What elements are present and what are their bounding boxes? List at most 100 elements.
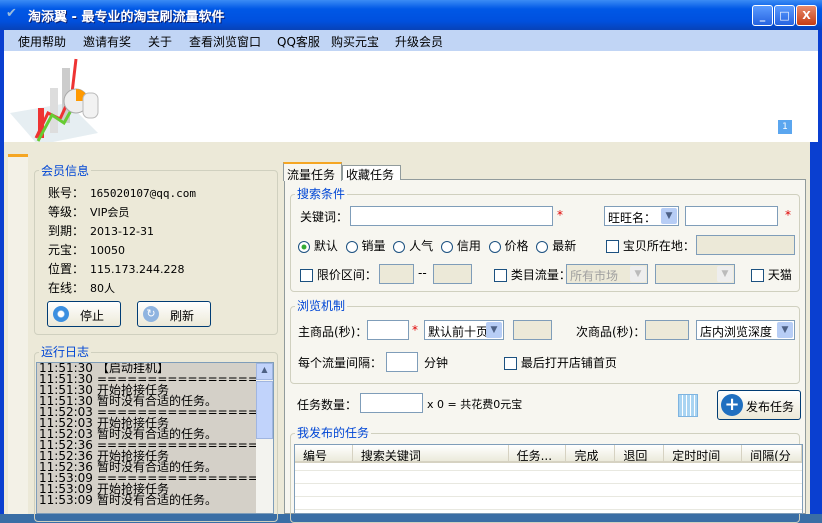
app-window: ✔ 淘添翼 - 最专业的淘宝刷流量软件 _ □ X 使用帮助 邀请有奖 关于 查… [0, 0, 822, 523]
radio-checked-icon [298, 240, 310, 253]
task-count-label: 任务数量： [297, 398, 358, 412]
shop-depth-select[interactable]: 店内浏览深度 ▼ [696, 320, 795, 340]
location-checkbox[interactable]: 宝贝所在地： [606, 237, 695, 254]
chevron-down-icon: ▼ [486, 322, 502, 338]
member-info-title: 会员信息 [39, 162, 92, 179]
menu-invite[interactable]: 邀请有奖 [83, 33, 131, 50]
price-range-checkbox[interactable]: 限价区间： [300, 266, 377, 283]
log-scrollbar[interactable]: ▲ [256, 363, 273, 513]
column-header[interactable]: 退回 [615, 445, 665, 461]
interval-input[interactable] [386, 352, 418, 372]
refresh-button[interactable]: ↻ 刷新 [137, 301, 211, 327]
scroll-thumb[interactable] [256, 381, 273, 439]
wangwang-input[interactable] [685, 206, 778, 226]
window-title: 淘添翼 - 最专业的淘宝刷流量软件 [28, 10, 225, 25]
table-header: 编号 搜索关键词 任务... 完成 退回 定时时间 间隔(分 [295, 445, 802, 463]
column-header[interactable]: 间隔(分 [742, 445, 802, 461]
expire-value: 2013-12-31 [90, 225, 154, 238]
checkbox-icon [504, 357, 517, 370]
radio-icon [536, 240, 549, 253]
chevron-down-icon: ▼ [661, 208, 677, 224]
price-min-input[interactable] [379, 264, 414, 284]
level-row: 等级： VIP会员 [48, 203, 196, 222]
calculator-icon[interactable] [678, 394, 698, 417]
required-mark: * [412, 323, 418, 337]
title-bar: ✔ 淘添翼 - 最专业的淘宝刷流量软件 _ □ X [0, 0, 822, 30]
label: 宝贝所在地： [622, 239, 695, 253]
log-message: 暂时没有合适的任务。 [97, 493, 218, 507]
minimize-button[interactable]: _ [752, 5, 773, 26]
chevron-down-icon: ▼ [777, 322, 793, 338]
label: 限价区间： [316, 268, 377, 282]
browse-group [290, 306, 800, 384]
stop-button[interactable]: 停止 [47, 301, 121, 327]
menu-view-browser[interactable]: 查看浏览窗口 [189, 33, 261, 50]
column-header[interactable]: 编号 [295, 445, 353, 461]
menu-help[interactable]: 使用帮助 [18, 33, 66, 50]
main-item-seconds-input[interactable] [367, 320, 409, 340]
scroll-up-icon[interactable]: ▲ [256, 363, 273, 380]
keyword-input[interactable] [350, 206, 553, 226]
sort-price[interactable]: 价格 [488, 239, 529, 253]
tmall-checkbox[interactable]: 天猫 [751, 266, 792, 283]
task-count-input[interactable] [360, 393, 423, 413]
label: 元宝： [48, 243, 85, 257]
page-badge[interactable]: 1 [778, 120, 792, 134]
online-row: 在线： 80人 [48, 279, 196, 298]
label: 最后打开店铺首页 [520, 356, 617, 370]
column-header[interactable]: 定时时间 [664, 445, 743, 461]
location-input[interactable] [696, 235, 795, 255]
checkbox-icon [751, 269, 764, 282]
sort-newest[interactable]: 最新 [536, 239, 576, 253]
wangwang-select[interactable]: 旺旺名： ▼ [604, 206, 679, 226]
log-list[interactable]: 11:51:30【启动挂机】11:51:30==================… [36, 362, 274, 514]
tab-favorite-task[interactable]: 收藏任务 [342, 165, 401, 182]
level-value: VIP会员 [90, 206, 130, 219]
tab-traffic-task[interactable]: 流量任务 [283, 162, 342, 182]
main-extra-input[interactable] [513, 320, 552, 340]
main-content: 会员信息 账号： 165020107@qq.com 等级： VIP会员 到期： 201… [4, 142, 810, 523]
price-max-input[interactable] [433, 264, 472, 284]
radio-icon [393, 240, 406, 253]
radio-icon [441, 240, 454, 253]
stop-label: 停止 [80, 309, 105, 323]
chevron-down-icon: ▼ [630, 266, 646, 282]
window-border [810, 142, 822, 514]
ingot-value: 10050 [90, 244, 126, 257]
publish-label: 发布任务 [746, 400, 795, 414]
range-dash: -- [418, 266, 427, 280]
sub-item-seconds-input[interactable] [645, 320, 689, 340]
column-header[interactable]: 搜索关键词 [353, 445, 509, 461]
sort-default[interactable]: 默认 [298, 239, 338, 253]
subcategory-select[interactable]: ▼ [655, 264, 735, 284]
log-row: 11:53:09 暂时没有合适的任务。 [37, 493, 273, 507]
column-header[interactable]: 完成 [566, 445, 616, 461]
checkbox-icon [494, 269, 507, 282]
label: 位置： [48, 262, 85, 276]
main-page-select[interactable]: 默认前十页 ▼ [424, 320, 504, 340]
sort-sales[interactable]: 销量 [345, 239, 386, 253]
menu-buy[interactable]: 购买元宝 [331, 33, 379, 50]
sort-credit[interactable]: 信用 [441, 239, 481, 253]
checkbox-icon [300, 269, 313, 282]
label: 天猫 [767, 268, 792, 282]
wangwang-label: 旺旺名： [608, 211, 657, 225]
shop-depth-value: 店内浏览深度 [700, 325, 773, 339]
sort-popularity[interactable]: 人气 [393, 239, 433, 253]
publish-task-button[interactable]: + 发布任务 [717, 390, 801, 420]
close-button[interactable]: X [796, 5, 817, 26]
sub-item-label: 次商品(秒)： [576, 325, 646, 339]
market-select[interactable]: 所有市场 ▼ [566, 264, 648, 284]
my-tasks-table[interactable]: 编号 搜索关键词 任务... 完成 退回 定时时间 间隔(分 [294, 444, 803, 514]
stop-icon [53, 306, 69, 322]
last-shop-checkbox[interactable]: 最后打开店铺首页 [504, 354, 617, 371]
search-title: 搜索条件 [295, 185, 348, 202]
sort-radio-group: 默认 销量 人气 信用 价格 最新 [298, 237, 576, 254]
menu-qq-service[interactable]: QQ客服 [277, 33, 320, 50]
category-checkbox[interactable]: 类目流量： [494, 266, 571, 283]
column-header[interactable]: 任务... [509, 445, 567, 461]
maximize-button[interactable]: □ [774, 5, 795, 26]
menu-about[interactable]: 关于 [148, 33, 172, 50]
banner: 1 [4, 51, 818, 143]
menu-upgrade[interactable]: 升级会员 [395, 33, 443, 50]
